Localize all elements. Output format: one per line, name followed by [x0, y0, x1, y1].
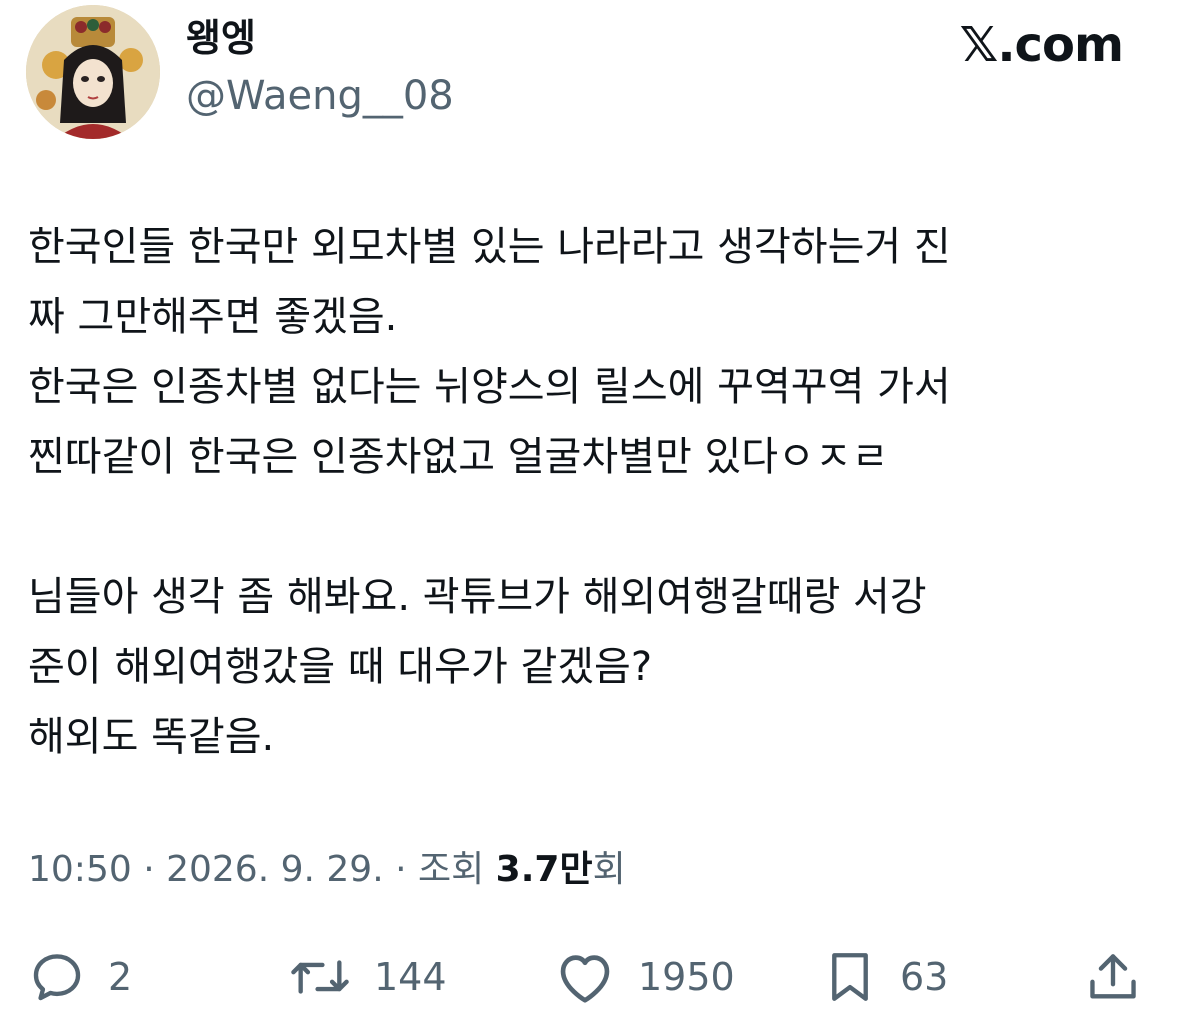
- heart-icon: [560, 955, 610, 1003]
- like-button[interactable]: 1950: [554, 942, 735, 1012]
- tweet-text: 한국인들 한국만 외모차별 있는 나라라고 생각하는거 진 짜 그만해주면 좋겠…: [28, 212, 1138, 772]
- tweet-time[interactable]: 10:50: [28, 849, 132, 890]
- share-icon: [1090, 954, 1136, 999]
- tweet-line: 해외도 똑같음.: [28, 714, 275, 760]
- bookmark-icon: [832, 953, 868, 1001]
- tweet-line-blank: [28, 492, 1138, 562]
- views-count: 3.7만: [495, 849, 593, 890]
- reply-count: 2: [108, 955, 133, 999]
- views-suffix: 회: [592, 849, 626, 890]
- tweet-meta: 10:50 · 2026. 9. 29. · 조회 3.7만회: [28, 842, 626, 898]
- tweet-line: 한국인들 한국만 외모차별 있는 나라라고 생각하는거 진: [28, 224, 951, 270]
- author-display-name[interactable]: 왱엥: [186, 14, 256, 62]
- retweet-button[interactable]: 144: [288, 942, 447, 1012]
- avatar[interactable]: [26, 5, 160, 139]
- reply-button[interactable]: 2: [28, 942, 132, 1012]
- tweet-date[interactable]: 2026. 9. 29.: [166, 849, 384, 890]
- share-button[interactable]: [1084, 942, 1142, 1012]
- tweet-line: 짜 그만해주면 좋겠음.: [28, 294, 398, 340]
- tweet-line: 한국은 인종차별 없다는 뉘양스의 릴스에 꾸역꾸역 가서: [28, 364, 951, 410]
- action-bar: 2 144 1950 63: [0, 942, 1179, 1012]
- reply-icon: [33, 954, 81, 1001]
- bookmark-count: 63: [900, 955, 949, 999]
- avatar-image: [26, 5, 160, 139]
- retweet-count: 144: [374, 955, 447, 999]
- tweet-line: 찐따같이 한국은 인종차없고 얼굴차별만 있다ㅇㅈㄹ: [28, 434, 889, 480]
- meta-separator: ·: [383, 849, 418, 890]
- retweet-icon: [291, 960, 349, 994]
- like-count: 1950: [638, 955, 735, 999]
- author-handle[interactable]: @Waeng__08: [186, 70, 454, 122]
- tweet-line: 님들아 생각 좀 해봐요. 곽튜브가 해외여행갈때랑 서강: [28, 574, 927, 620]
- tweet-line: 준이 해외여행갔을 때 대우가 같겠음?: [28, 644, 653, 690]
- bookmark-button[interactable]: 63: [822, 942, 948, 1012]
- views-label: 조회: [417, 849, 496, 890]
- site-logo: 𝕏.com: [959, 17, 1124, 73]
- meta-separator: ·: [131, 849, 167, 890]
